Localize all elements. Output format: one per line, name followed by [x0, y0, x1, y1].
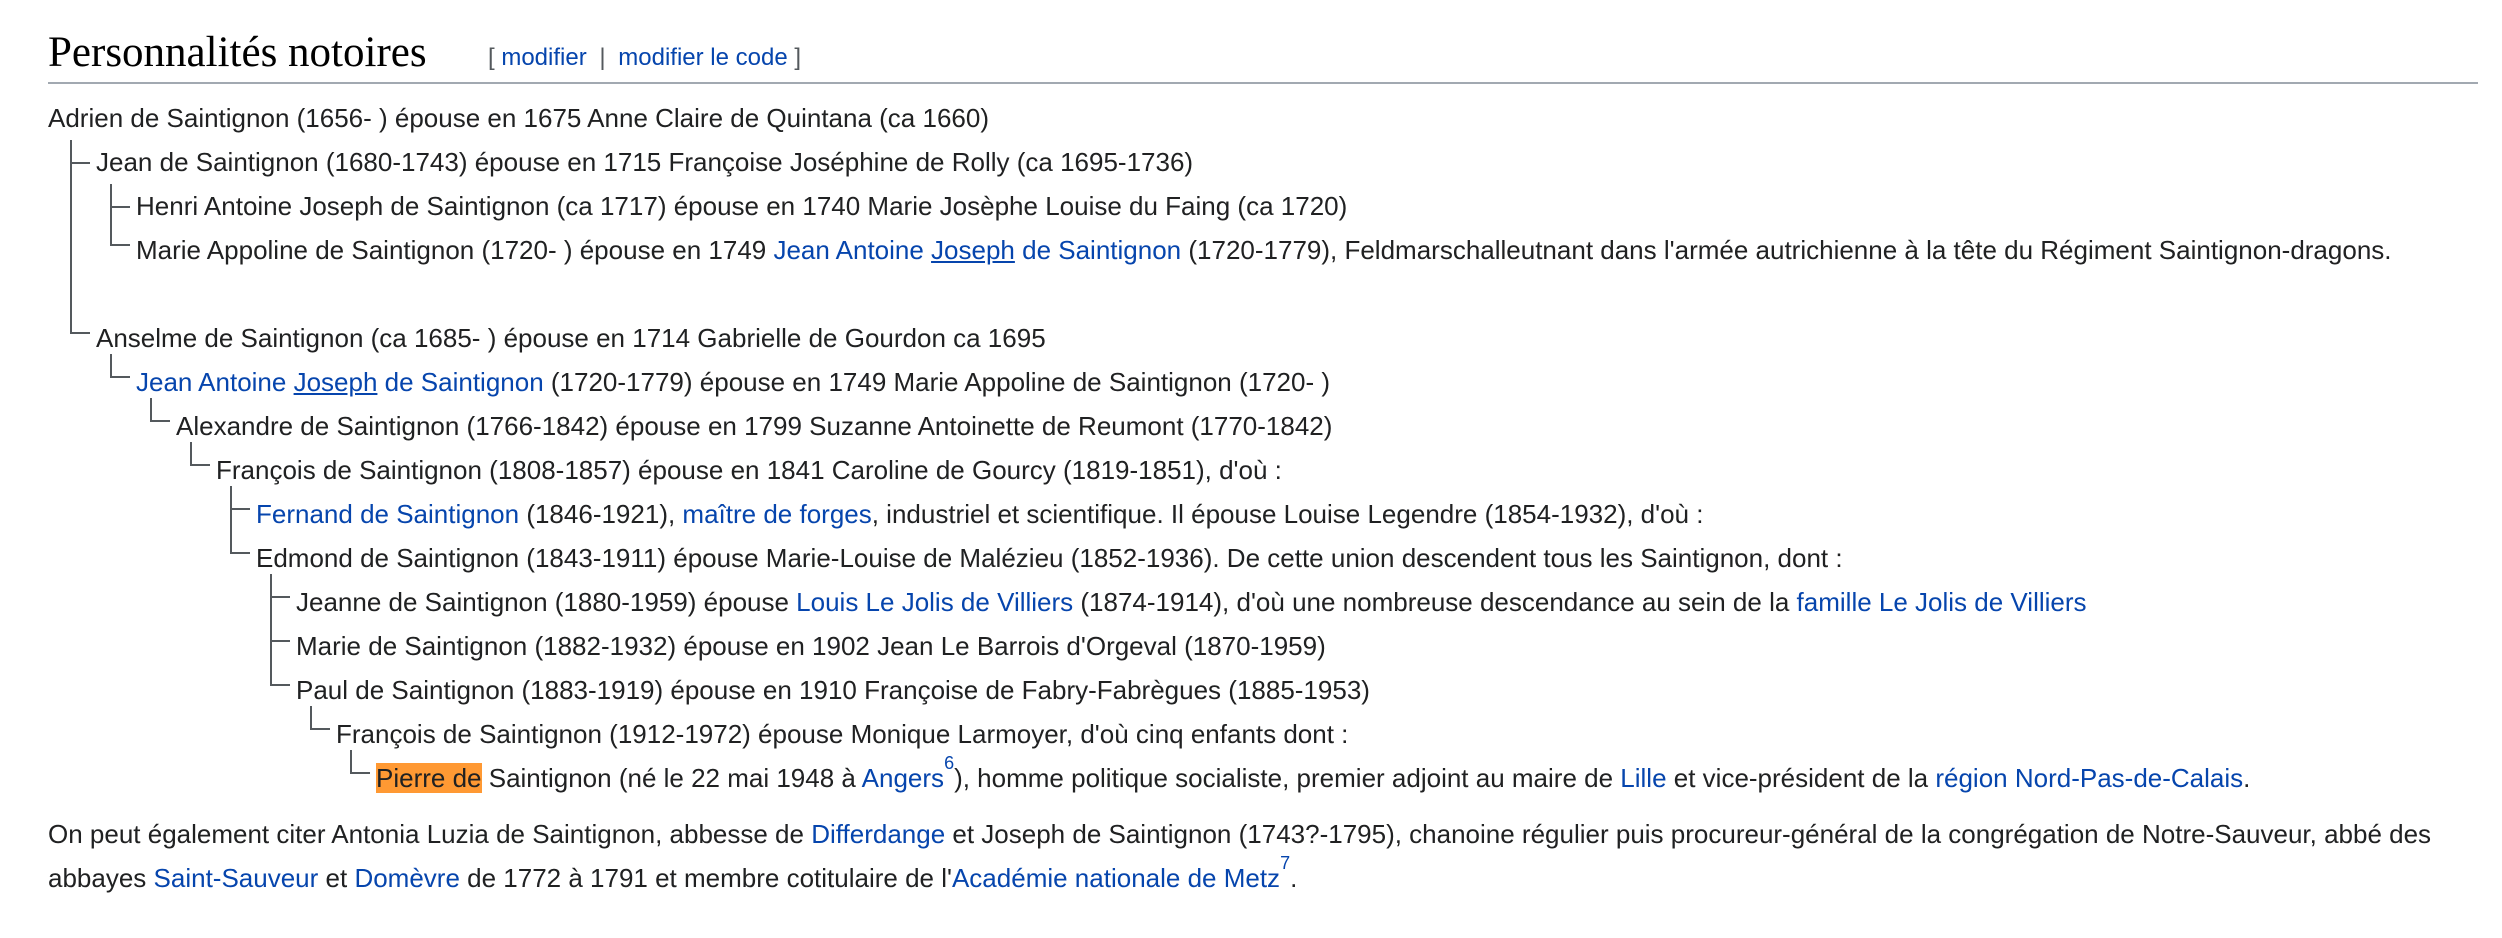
tree-connector — [70, 162, 90, 164]
tree-connector — [270, 596, 290, 598]
notable-paragraph: On peut également citer Antonia Luzia de… — [48, 819, 2432, 893]
jean-antoine-joseph-link[interactable]: Jean Antoine Joseph de Saintignon — [773, 235, 1181, 265]
tree-item: Henri Antoine Joseph de Saintignon (ca 1… — [136, 191, 1348, 221]
tree-item: François de Saintignon (1808-1857) épous… — [216, 455, 1282, 485]
famille-le-jolis-de-villiers-link[interactable]: famille Le Jolis de Villiers — [1797, 587, 2087, 617]
fernand-de-saintignon-link[interactable]: Fernand de Saintignon — [256, 499, 519, 529]
lille-link[interactable]: Lille — [1620, 763, 1666, 793]
academie-nationale-de-metz-link[interactable]: Académie nationale de Metz — [952, 863, 1280, 893]
edit-code-link[interactable]: modifier le code — [618, 44, 787, 71]
reference-7-link[interactable]: 7 — [1280, 853, 1290, 873]
tree-connector — [150, 420, 170, 422]
tree-connector — [110, 376, 130, 378]
differdange-link[interactable]: Differdange — [811, 819, 945, 849]
tree-connector — [230, 552, 250, 554]
tree-connector — [310, 728, 330, 730]
tree-connector — [110, 184, 112, 246]
domevre-link[interactable]: Domèvre — [354, 863, 459, 893]
tree-connector — [230, 508, 250, 510]
angers-link[interactable]: Angers — [862, 763, 944, 793]
tree-connector — [270, 640, 290, 642]
edit-section-links: [ modifier | modifier le code ] — [488, 44, 802, 71]
section-title: Personnalités notoires — [48, 29, 427, 76]
tree-item: Marie de Saintignon (1882-1932) épouse e… — [296, 631, 1326, 661]
tree-item: Paul de Saintignon (1883-1919) épouse en… — [296, 675, 1370, 705]
tree-item: Jean de Saintignon (1680-1743) épouse en… — [96, 147, 1194, 177]
tree-item: Edmond de Saintignon (1843-1911) épouse … — [256, 543, 1843, 573]
tree-item: Jean Antoine Joseph de Saintignon (1720-… — [136, 367, 1331, 397]
tree-connector — [270, 574, 272, 686]
tree-connector — [70, 332, 90, 334]
tree-connector — [110, 244, 130, 246]
maitre-de-forges-link[interactable]: maître de forges — [682, 499, 871, 529]
edit-link[interactable]: modifier — [501, 44, 586, 71]
tree-connector — [230, 486, 232, 554]
tree-connector — [190, 464, 210, 466]
tree-item: Pierre de Saintignon (né le 22 mai 1948 … — [376, 753, 2251, 793]
saint-sauveur-link[interactable]: Saint-Sauveur — [154, 863, 319, 893]
louis-le-jolis-de-villiers-link[interactable]: Louis Le Jolis de Villiers — [796, 587, 1073, 617]
tree-item: Fernand de Saintignon (1846-1921), maîtr… — [256, 499, 1704, 529]
tree-item: Anselme de Saintignon (ca 1685- ) épouse… — [96, 323, 1046, 353]
tree-item: Adrien de Saintignon (1656- ) épouse en … — [48, 103, 989, 133]
jean-antoine-joseph-link[interactable]: Jean Antoine Joseph de Saintignon — [136, 367, 544, 397]
search-highlight: Pierre de — [376, 763, 482, 793]
tree-item: Alexandre de Saintignon (1766-1842) épou… — [176, 411, 1333, 441]
section-heading: Personnalités notoires [ modifier | modi… — [48, 14, 2478, 84]
reference-6-link[interactable]: 6 — [944, 753, 954, 773]
tree-connector — [110, 206, 130, 208]
region-nord-pas-de-calais-link[interactable]: région Nord-Pas-de-Calais — [1935, 763, 2243, 793]
tree-item: Jeanne de Saintignon (1880-1959) épouse … — [296, 587, 2087, 617]
tree-item: François de Saintignon (1912-1972) épous… — [336, 719, 1349, 749]
tree-item: Marie Appoline de Saintignon (1720- ) ép… — [136, 235, 2392, 265]
tree-connector — [270, 684, 290, 686]
tree-connector — [350, 772, 370, 774]
tree-connector — [70, 140, 72, 334]
